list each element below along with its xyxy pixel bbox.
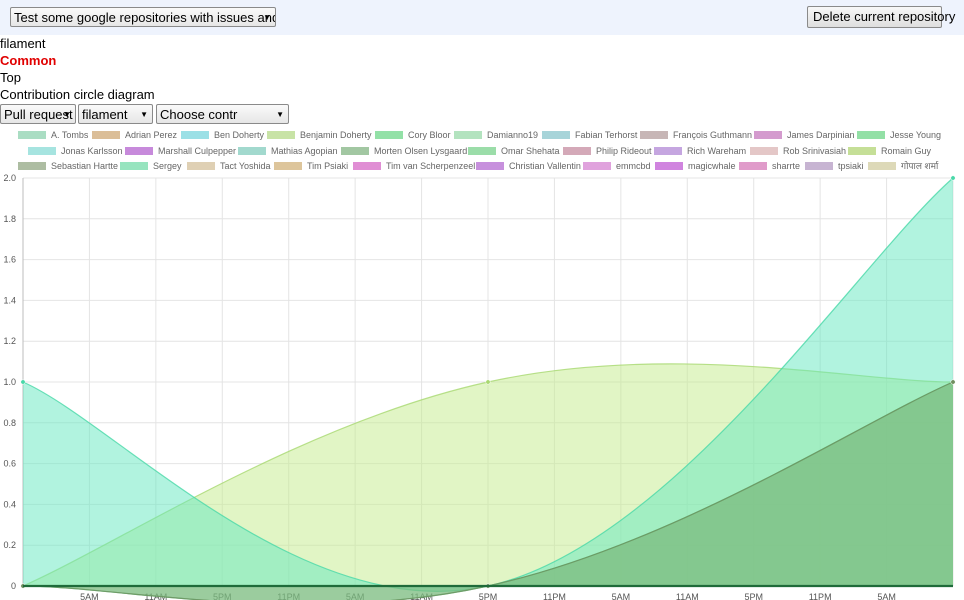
x-tick-label: 5PM (479, 592, 498, 600)
y-tick-label: 0 (11, 581, 16, 591)
repo-name: filament (0, 36, 46, 51)
data-point (950, 175, 956, 181)
legend-swatch (238, 147, 266, 155)
legend-label: Adrian Perez (125, 130, 178, 140)
legend-label: Benjamin Doherty (300, 130, 372, 140)
legend-swatch (18, 131, 46, 139)
legend-label: François Guthmann (673, 130, 753, 140)
repository-select[interactable]: Test some google repositories with issue… (10, 7, 276, 27)
chart-legend: A. Tombs Adrian Perez Ben Doherty Benjamin … (0, 128, 964, 174)
y-tick-label: 0.2 (3, 540, 16, 550)
x-tick-label: 11AM (676, 592, 699, 600)
data-point (485, 379, 491, 385)
legend-swatch (353, 162, 381, 170)
y-tick-label: 2.0 (3, 173, 16, 183)
chevron-down-icon: ▼ (276, 110, 284, 119)
legend-swatch (375, 131, 403, 139)
legend-swatch (454, 131, 482, 139)
repository-select-value: Test some google repositories with issue… (14, 10, 276, 25)
contributor-select-value: Choose contr (160, 107, 238, 122)
legend-swatch (583, 162, 611, 170)
legend-swatch (857, 131, 885, 139)
chevron-down-icon: ▼ (63, 110, 71, 119)
legend-label: Marshall Culpepper (158, 146, 237, 156)
y-tick-label: 1.0 (3, 377, 16, 387)
legend-swatch (563, 147, 591, 155)
legend-swatch (805, 162, 833, 170)
legend-label: Romain Guy (881, 146, 932, 156)
legend-label: Omar Shehata (501, 146, 560, 156)
x-tick-label: 5AM (877, 592, 896, 600)
legend-swatch (187, 162, 215, 170)
x-tick-label: 11PM (543, 592, 566, 600)
delete-repository-button[interactable]: Delete current repository (807, 6, 955, 28)
y-tick-label: 1.6 (3, 255, 16, 265)
legend-swatch (274, 162, 302, 170)
legend-swatch (468, 147, 496, 155)
legend-swatch (640, 131, 668, 139)
legend-label: Cory Bloor (408, 130, 451, 140)
category-label: Common (0, 53, 57, 68)
chevron-down-icon: ▼ (263, 13, 271, 22)
legend-label: Morten Olsen Lysgaard (374, 146, 468, 156)
type-select[interactable]: Pull request ▼ (0, 104, 76, 124)
legend-swatch (868, 162, 896, 170)
x-tick-label: 5AM (612, 592, 631, 600)
y-tick-label: 1.8 (3, 214, 16, 224)
legend-label: Ben Doherty (214, 130, 265, 140)
legend-label: Jonas Karlsson (61, 146, 123, 156)
top-bar: Test some google repositories with issue… (0, 0, 964, 35)
legend-swatch (92, 131, 120, 139)
legend-label: A. Tombs (51, 130, 89, 140)
legend-swatch (120, 162, 148, 170)
data-point (20, 379, 26, 385)
legend-label: Damianno19 (487, 130, 539, 140)
legend-label: Mathias Agopian (271, 146, 338, 156)
x-tick-label: 5AM (80, 592, 99, 600)
legend-label: Rob Srinivasiah (783, 146, 847, 156)
legend-swatch (267, 131, 295, 139)
legend-swatch (654, 147, 682, 155)
x-tick-label: 11PM (809, 592, 832, 600)
legend-swatch (341, 147, 369, 155)
chevron-down-icon: ▼ (140, 110, 148, 119)
x-tick-label: 5PM (744, 592, 763, 600)
legend-swatch (655, 162, 683, 170)
y-tick-label: 0.4 (3, 499, 16, 509)
data-point (950, 379, 956, 385)
legend-swatch (476, 162, 504, 170)
contributor-select[interactable]: Choose contr ▼ (156, 104, 289, 124)
y-tick-label: 1.2 (3, 336, 16, 346)
legend-swatch (848, 147, 876, 155)
legend-swatch (542, 131, 570, 139)
legend-label: Rich Wareham (687, 146, 747, 156)
rank-label: Top (0, 70, 21, 85)
legend-swatch (181, 131, 209, 139)
legend-swatch (125, 147, 153, 155)
legend-label: Fabian Terhorst (575, 130, 638, 140)
diagram-title: Contribution circle diagram (0, 87, 155, 102)
contribution-chart: 0 0.2 0.4 0.6 0.8 1.0 1.2 1.4 1.6 1.8 2.0 5AM 11AM 5P… (3, 173, 956, 600)
y-tick-label: 0.8 (3, 418, 16, 428)
legend-swatch (750, 147, 778, 155)
y-tick-label: 0.6 (3, 459, 16, 469)
legend-swatch (754, 131, 782, 139)
y-tick-label: 1.4 (3, 295, 16, 305)
legend-swatch (739, 162, 767, 170)
legend-label: Jesse Young (890, 130, 942, 140)
legend-swatch (18, 162, 46, 170)
legend-swatch (28, 147, 56, 155)
repo-filter-select-value: filament (82, 107, 128, 122)
legend-label: James Darpinian (787, 130, 855, 140)
legend-label: Philip Rideout (596, 146, 652, 156)
repo-filter-select[interactable]: filament ▼ (78, 104, 153, 124)
